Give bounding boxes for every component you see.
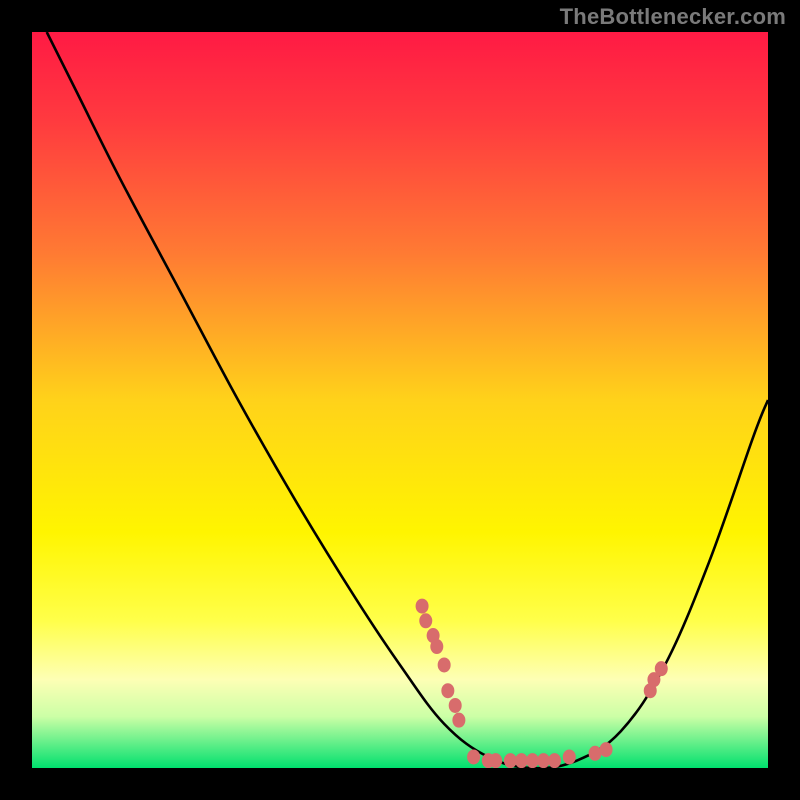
data-marker	[600, 742, 613, 757]
data-marker	[467, 749, 480, 764]
gradient-background	[32, 32, 768, 768]
data-marker	[589, 746, 602, 761]
data-marker	[419, 613, 432, 628]
data-marker	[563, 749, 576, 764]
data-marker	[416, 599, 429, 614]
chart-frame: TheBottlenecker.com	[0, 0, 800, 800]
data-marker	[655, 661, 668, 676]
data-marker	[449, 698, 462, 713]
chart-svg	[32, 32, 768, 768]
data-marker	[430, 639, 443, 654]
data-marker	[452, 713, 465, 728]
data-marker	[489, 753, 502, 768]
chart-plot-area	[32, 32, 768, 768]
attribution-label: TheBottlenecker.com	[560, 4, 786, 30]
data-marker	[441, 683, 454, 698]
data-marker	[438, 657, 451, 672]
data-marker	[548, 753, 561, 768]
